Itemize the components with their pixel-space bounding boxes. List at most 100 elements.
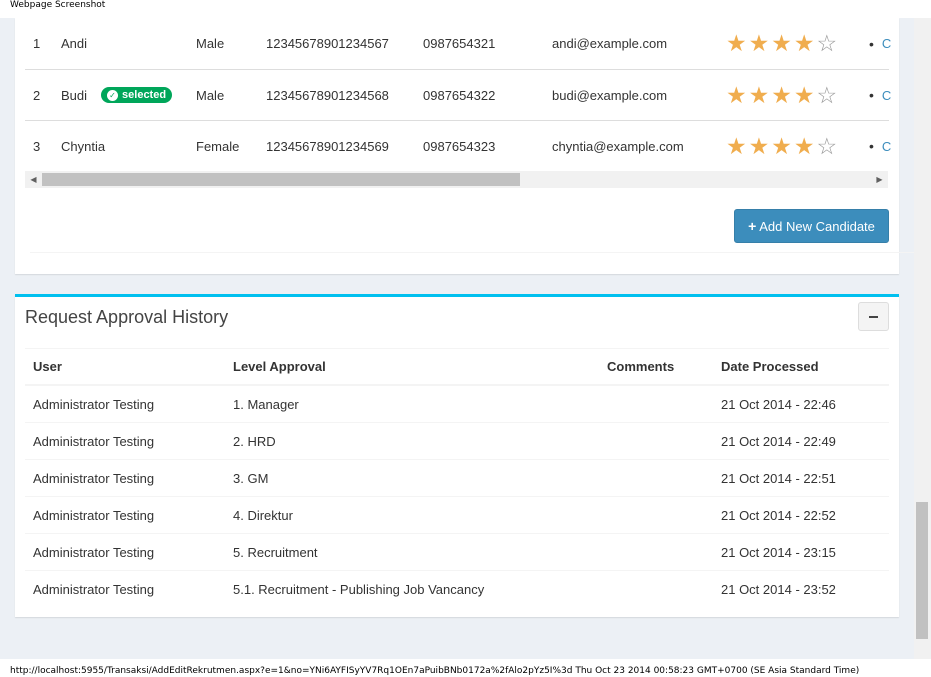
star-rating: ★ ★ ★ ★ ☆ [726,32,837,55]
page-viewport: 1 Andi Male 12345678901234567 0987654321 andi… [0,18,931,659]
star-filled-icon: ★ [771,30,792,56]
candidate-name: Budi [61,87,88,103]
table-row: Administrator Testing 5. Recruitment 21 Oc… [25,534,889,571]
action-link[interactable]: C [882,139,891,154]
phone-number: 0987654322 [423,87,496,103]
star-filled-icon: ★ [748,132,770,159]
phone-number: 0987654321 [423,36,496,51]
candidate-name-cell: Chyntia [61,121,105,171]
check-circle-icon: ✓ [107,89,119,101]
print-header: Webpage Screenshot [10,0,106,10]
rating: ★ ★ ★ ★ ☆ [726,70,837,120]
action-cell: • C [869,18,891,69]
rating: ★ ★ ★ ★ ☆ [726,121,837,171]
date-processed: 21 Oct 2014 - 23:52 [721,582,836,597]
table-row: Administrator Testing 2. HRD 21 Oct 2014 -… [25,423,889,460]
column-header-date-processed[interactable]: Date Processed [721,349,819,384]
table-row: 3 Chyntia Female 12345678901234569 098765432… [25,120,891,171]
candidate-name-cell: Budi ✓ selected [61,70,173,120]
date-processed: 21 Oct 2014 - 23:15 [721,544,836,560]
approver-user: Administrator Testing [33,396,155,412]
star-rating: ★ ★ ★ ★ ☆ [726,132,838,159]
action-cell: • C [869,121,891,171]
star-filled-icon: ★ [726,81,747,108]
id-number: 12345678901234568 [266,87,389,103]
star-filled-icon: ★ [726,30,747,56]
approval-history-box: Request Approval History User Level Appr… [15,294,899,617]
add-new-candidate-label: Add New Candidate [759,218,875,234]
table-row: Administrator Testing 3. GM 21 Oct 2014 - … [25,460,889,497]
column-header-comments[interactable]: Comments [607,349,674,384]
email: budi@example.com [552,87,668,103]
table-row: 2 Budi ✓ selected Male 12345678901234568 09876… [25,69,891,120]
column-header-level-approval[interactable]: Level Approval [233,349,326,384]
star-empty-icon: ☆ [816,30,838,56]
gender: Male [196,36,225,51]
approver-user: Administrator Testing [33,507,155,523]
star-filled-icon: ★ [793,30,815,56]
add-new-candidate-button[interactable]: + Add New Candidate [734,209,889,243]
email: andi@example.com [552,36,668,51]
star-rating: ★ ★ ★ ★ ☆ [726,81,838,108]
list-bullet: • [869,35,874,52]
star-empty-icon: ☆ [816,81,838,108]
gender: Male [196,87,225,103]
table-body: Administrator Testing 1. Manager 21 Oct 20… [25,386,889,608]
email: chyntia@example.com [552,138,684,154]
scroll-right-icon[interactable]: ▶ [871,171,888,188]
star-filled-icon: ★ [771,132,792,159]
star-filled-icon: ★ [793,81,815,108]
vertical-scrollbar[interactable] [914,18,931,659]
approver-user: Administrator Testing [33,433,155,449]
scroll-left-icon[interactable]: ◀ [25,171,42,188]
table-header-row: User Level Approval Comments Date Proces… [25,349,889,386]
approval-level: 5. Recruitment [233,544,318,560]
horizontal-scrollbar[interactable]: ◀ ▶ [25,171,888,188]
approver-user: Administrator Testing [33,582,155,597]
id-number: 12345678901234567 [266,36,389,51]
candidate-name-cell: Andi [61,18,87,69]
scrollbar-thumb[interactable] [42,173,520,186]
table-row: Administrator Testing 5.1. Recruitment - … [25,571,889,608]
row-number: 2 [33,87,41,103]
column-header-user[interactable]: User [33,349,62,384]
approver-user: Administrator Testing [33,544,155,560]
candidate-name: Andi [61,36,88,51]
approval-level: 3. GM [233,470,269,486]
gender: Female [196,138,240,154]
list-bullet: • [869,87,874,103]
table-row: Administrator Testing 4. Direktur 21 Oct 2… [25,497,889,534]
approval-table: User Level Approval Comments Date Proces… [25,349,889,608]
candidate-name: Chyntia [61,138,106,154]
table-row: 1 Andi Male 12345678901234567 0987654321 andi… [25,18,891,69]
date-processed: 21 Oct 2014 - 22:46 [721,396,836,412]
date-processed: 21 Oct 2014 - 22:52 [721,507,836,523]
row-number: 1 [33,36,41,51]
minus-icon [869,315,878,318]
star-filled-icon: ★ [771,81,792,108]
date-processed: 21 Oct 2014 - 22:51 [721,470,836,486]
star-filled-icon: ★ [793,132,815,159]
star-filled-icon: ★ [748,30,770,56]
print-footer: http://localhost:5955/Transaksi/AddEditR… [10,666,860,676]
list-bullet: • [869,138,874,154]
approval-level: 1. Manager [233,396,299,412]
approver-user: Administrator Testing [33,470,155,486]
rating: ★ ★ ★ ★ ☆ [726,18,837,69]
box-title: Request Approval History [25,307,229,327]
star-filled-icon: ★ [748,81,770,108]
action-link[interactable]: C [882,36,891,51]
plus-icon: + [748,218,757,234]
star-empty-icon: ☆ [816,132,838,159]
action-cell: • C [869,70,891,120]
approval-level: 5.1. Recruitment - Publishing Job Vancan… [233,582,485,597]
scrollbar-thumb[interactable] [916,502,928,639]
date-processed: 21 Oct 2014 - 22:49 [721,433,836,449]
collapse-button[interactable] [858,302,889,331]
phone-number: 0987654323 [423,138,496,154]
approval-level: 4. Direktur [233,507,293,523]
action-link[interactable]: C [882,88,891,103]
box-footer-divider [30,252,914,253]
table-row: Administrator Testing 1. Manager 21 Oct 20… [25,386,889,423]
row-number: 3 [33,138,41,154]
